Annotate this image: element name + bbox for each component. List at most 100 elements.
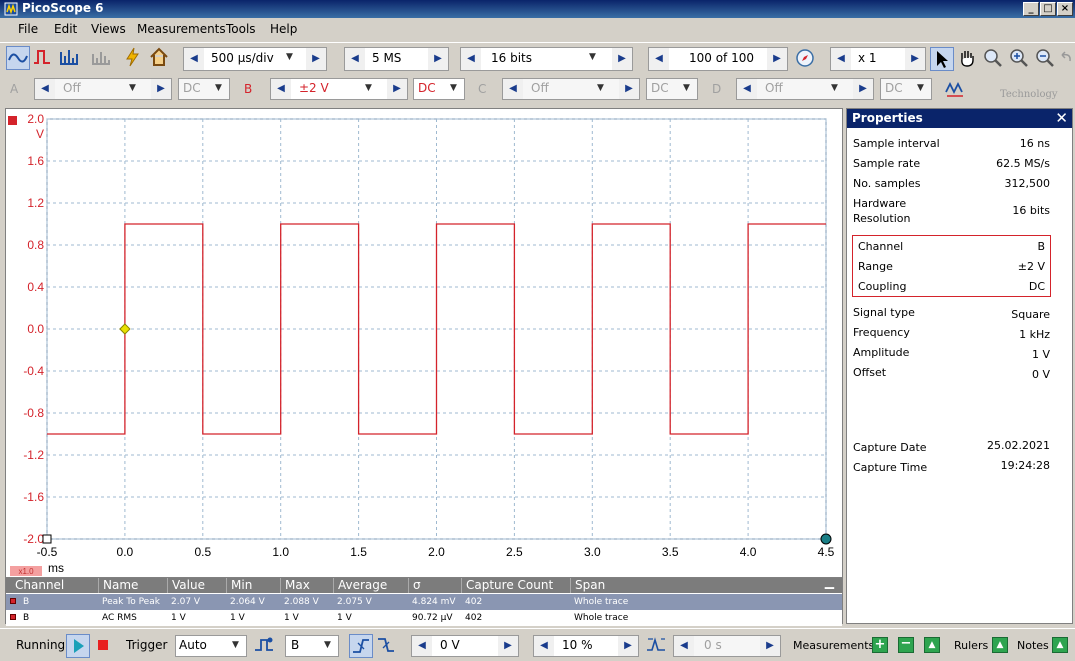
channel-c-increase-arrow-icon[interactable]: ▶ [619,79,639,99]
time-ruler-handle[interactable] [42,534,52,544]
delay-control[interactable]: ◀ 0 s ▶ [673,635,781,657]
falling-edge-button[interactable] [375,634,399,658]
channel-d-decrease-arrow-icon[interactable]: ◀ [737,79,757,99]
rising-edge-button[interactable] [349,634,373,658]
undo-zoom-button[interactable] [1058,47,1074,71]
trigger-mode-select[interactable]: Auto ▼ [175,635,247,657]
column-header[interactable]: Min [226,578,252,593]
resolution-dropdown-icon[interactable]: ▼ [589,52,596,62]
channel-a-coupling-dropdown-icon[interactable]: ▼ [215,83,222,93]
menu-file[interactable]: File [18,22,38,36]
scope-mode-button[interactable] [6,46,30,70]
table-row[interactable]: B Peak To Peak 2.07 V 2.064 V 2.088 V 2.075 V… [6,594,842,610]
channel-c-range-dropdown-icon[interactable]: ▼ [597,83,604,93]
trigger-level-increase-arrow-icon[interactable]: ▶ [498,636,518,656]
channel-b-range-control[interactable]: ◀ ±2 V ▼ ▶ [270,78,408,100]
collapse-table-icon[interactable]: ▁ [825,575,834,589]
column-header[interactable]: Channel [11,578,64,593]
zoom-decrease-arrow-icon[interactable]: ◀ [831,48,851,70]
channel-d-range-control[interactable]: ◀ Off ▼ ▶ [736,78,874,100]
zoom-control[interactable]: ◀ x 1 ▶ [830,47,926,71]
channel-d-increase-arrow-icon[interactable]: ▶ [853,79,873,99]
scope-chart[interactable]: 2.01.61.20.80.40.0-0.4-0.8-1.2-1.6-2.0V … [6,109,842,577]
zoom-area-button[interactable] [982,47,1006,71]
channel-a-range-dropdown-icon[interactable]: ▼ [129,83,136,93]
column-header[interactable]: σ [408,578,421,593]
channel-b-axis-marker[interactable] [8,116,17,125]
channel-c-label[interactable]: C [478,82,486,96]
select-tool-button[interactable] [930,47,954,71]
column-header[interactable]: Span [570,578,605,593]
channel-c-range-control[interactable]: ◀ Off ▼ ▶ [502,78,640,100]
trigger-channel-dropdown-icon[interactable]: ▼ [324,640,331,650]
samples-control[interactable]: ◀ 5 MS ▶ [344,47,449,71]
signal-ruler-handle[interactable] [820,533,832,545]
column-header[interactable]: Name [98,578,138,593]
start-button[interactable] [66,634,90,658]
trigger-level-decrease-arrow-icon[interactable]: ◀ [412,636,432,656]
trigger-marker[interactable] [119,323,131,335]
zoom-increase-arrow-icon[interactable]: ▶ [905,48,925,70]
hand-tool-button[interactable] [956,47,980,71]
samples-increase-arrow-icon[interactable]: ▶ [428,48,448,70]
channel-b-range-dropdown-icon[interactable]: ▼ [365,83,372,93]
buffer-overview-button[interactable] [794,47,818,71]
maximize-button[interactable]: □ [1040,2,1056,16]
menu-views[interactable]: Views [91,22,126,36]
channel-b-increase-arrow-icon[interactable]: ▶ [387,79,407,99]
rulers-toggle-icon[interactable]: ▲ [992,637,1008,653]
trigger-level-control[interactable]: ◀ 0 V ▶ [411,635,519,657]
pretrigger-control[interactable]: ◀ 10 % ▶ [533,635,639,657]
delay-increase-arrow-icon[interactable]: ▶ [760,636,780,656]
serial-decoding-button[interactable] [90,46,114,70]
buffer-next-arrow-icon[interactable]: ▶ [767,48,787,70]
persistence-mode-button[interactable] [32,46,56,70]
resolution-control[interactable]: ◀ 16 bits ▼ ▶ [460,47,633,71]
menu-tools[interactable]: Tools [226,22,256,36]
zoom-in-button[interactable] [1008,47,1032,71]
channel-a-decrease-arrow-icon[interactable]: ◀ [35,79,55,99]
advanced-trigger-button[interactable] [253,634,277,658]
trigger-channel-select[interactable]: B ▼ [285,635,339,657]
resolution-decrease-arrow-icon[interactable]: ◀ [461,48,481,70]
column-header[interactable]: Average [333,578,387,593]
menu-help[interactable]: Help [270,22,297,36]
auto-setup-button[interactable] [122,46,146,70]
post-trigger-delay-button[interactable] [645,634,669,658]
column-header[interactable]: Max [280,578,310,593]
channel-b-coupling-dropdown-icon[interactable]: ▼ [450,83,457,93]
delete-measurement-icon[interactable]: − [898,637,914,653]
buffer-navigator[interactable]: ◀ 100 of 100 ▶ [648,47,788,71]
channel-c-coupling-select[interactable]: DC ▼ [646,78,698,100]
menu-edit[interactable]: Edit [54,22,77,36]
column-header[interactable]: Capture Count [461,578,553,593]
timebase-dropdown-icon[interactable]: ▼ [286,52,293,62]
samples-decrease-arrow-icon[interactable]: ◀ [345,48,365,70]
channel-a-range-control[interactable]: ◀ Off ▼ ▶ [34,78,172,100]
buffer-previous-arrow-icon[interactable]: ◀ [649,48,669,70]
notes-toggle-icon[interactable]: ▲ [1052,637,1068,653]
default-setup-button[interactable] [148,46,172,70]
channel-b-decrease-arrow-icon[interactable]: ◀ [271,79,291,99]
channel-a-label[interactable]: A [10,82,18,96]
spectrum-mode-button[interactable] [58,46,82,70]
channel-a-increase-arrow-icon[interactable]: ▶ [151,79,171,99]
zoom-out-button[interactable] [1034,47,1058,71]
timebase-decrease-arrow-icon[interactable]: ◀ [184,48,204,70]
measurements-table[interactable]: Channel Name Value Min Max Average σ Capture Co… [5,575,843,626]
table-row[interactable]: B AC RMS 1 V 1 V 1 V 1 V 90.72 µV 402 Whole trac… [6,610,842,626]
channel-d-label[interactable]: D [712,82,721,96]
close-window-button[interactable]: × [1057,2,1073,16]
delay-decrease-arrow-icon[interactable]: ◀ [674,636,694,656]
channel-c-decrease-arrow-icon[interactable]: ◀ [503,79,523,99]
resolution-increase-arrow-icon[interactable]: ▶ [612,48,632,70]
add-measurement-icon[interactable]: + [872,637,888,653]
channel-d-range-dropdown-icon[interactable]: ▼ [831,83,838,93]
menu-measurements[interactable]: Measurements [137,22,226,36]
channel-b-coupling-select[interactable]: DC ▼ [413,78,465,100]
column-header[interactable]: Value [167,578,205,593]
trigger-mode-dropdown-icon[interactable]: ▼ [232,640,239,650]
channel-a-coupling-select[interactable]: DC ▼ [178,78,230,100]
timebase-increase-arrow-icon[interactable]: ▶ [306,48,326,70]
channel-c-coupling-dropdown-icon[interactable]: ▼ [683,83,690,93]
